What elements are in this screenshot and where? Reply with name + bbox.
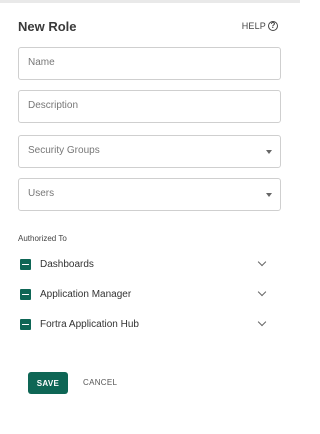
cancel-button[interactable]: CANCEL <box>83 378 117 387</box>
users-placeholder: Users <box>28 188 55 199</box>
chevron-down-icon[interactable] <box>257 287 267 297</box>
authorized-item-label: Application Manager <box>40 288 132 300</box>
indeterminate-checkbox-icon[interactable] <box>20 318 31 330</box>
authorized-item-application-manager[interactable]: Application Manager <box>20 286 270 302</box>
save-button[interactable]: SAVE <box>28 372 68 394</box>
caret-down-icon <box>266 193 272 197</box>
caret-down-icon <box>266 150 272 154</box>
indeterminate-checkbox-icon[interactable] <box>20 288 31 300</box>
description-placeholder: Description <box>28 100 79 111</box>
indeterminate-checkbox-icon[interactable] <box>20 258 31 270</box>
security-groups-select[interactable]: Security Groups <box>18 135 281 168</box>
users-select[interactable]: Users <box>18 178 281 211</box>
authorized-to-label: Authorized To <box>18 234 67 243</box>
description-field[interactable]: Description <box>18 90 281 123</box>
authorized-item-label: Fortra Application Hub <box>40 318 139 330</box>
page-title: New Role <box>18 19 77 34</box>
authorized-item-dashboards[interactable]: Dashboards <box>20 256 270 272</box>
authorized-item-fortra-application-hub[interactable]: Fortra Application Hub <box>20 316 270 332</box>
chevron-down-icon[interactable] <box>257 257 267 267</box>
chevron-down-icon[interactable] <box>257 317 267 327</box>
name-placeholder: Name <box>28 57 55 68</box>
help-link[interactable]: HELP ? <box>242 21 278 31</box>
top-divider <box>0 0 300 3</box>
security-groups-placeholder: Security Groups <box>28 145 100 156</box>
question-circle-icon: ? <box>268 21 278 31</box>
help-label: HELP <box>241 21 266 31</box>
name-field[interactable]: Name <box>18 47 281 80</box>
authorized-item-label: Dashboards <box>40 258 94 270</box>
